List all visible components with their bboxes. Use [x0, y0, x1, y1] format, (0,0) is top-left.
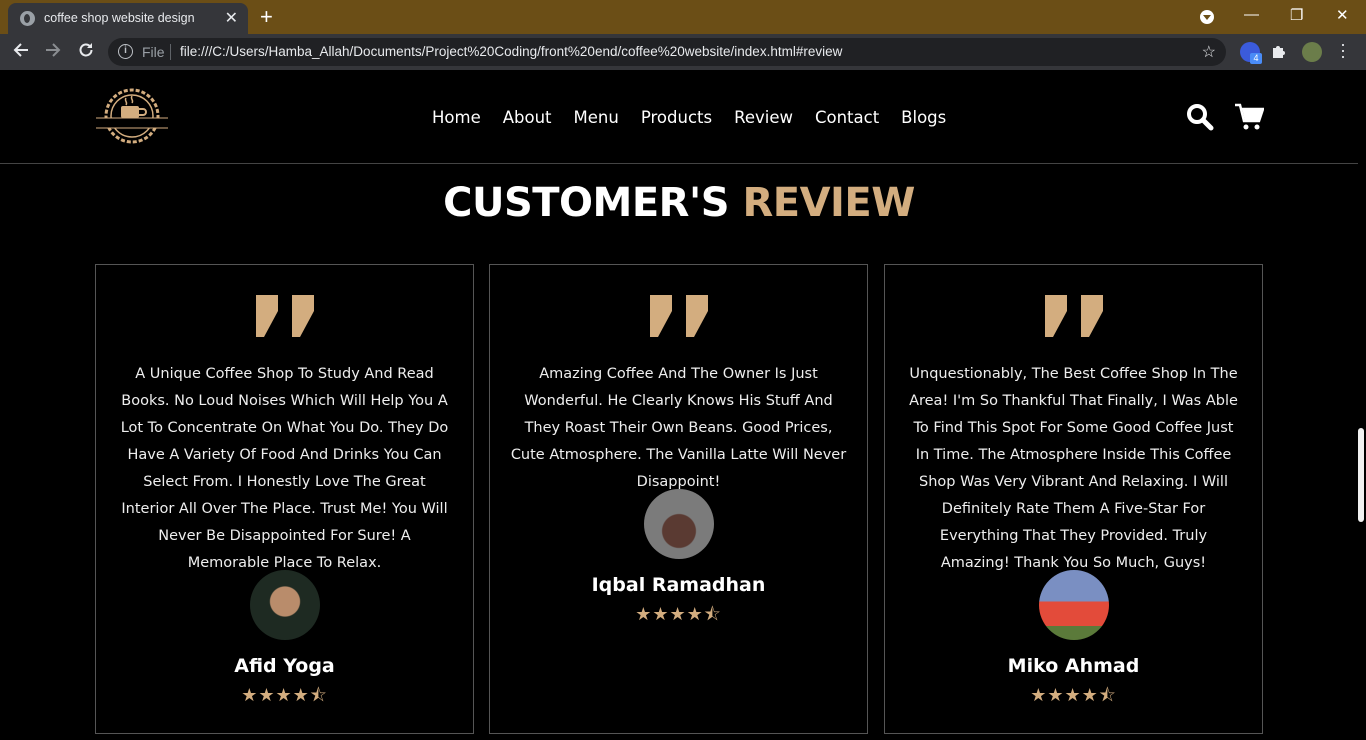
- rating-stars: ★★★★⯪: [885, 683, 1262, 713]
- cafena-logo[interactable]: [94, 84, 170, 148]
- review-text: A Unique Coffee Shop To Study And Read B…: [120, 366, 449, 571]
- browser-tab-strip: coffee shop website design ✕ + — ❐ ✕: [0, 0, 1366, 34]
- globe-icon: [20, 11, 35, 26]
- site-header: Home About Menu Products Review Contact …: [0, 70, 1358, 164]
- rating-stars: ★★★★⯪: [96, 683, 473, 713]
- menu-kebab-icon[interactable]: · · ·: [1340, 35, 1346, 65]
- browser-toolbar: i File file:///C:/Users/Hamba_Allah/Docu…: [0, 34, 1366, 70]
- bookmark-star-icon[interactable]: ☆: [1202, 42, 1216, 62]
- search-icon[interactable]: [1186, 103, 1214, 136]
- nav-review[interactable]: Review: [734, 108, 793, 127]
- review-card: Amazing Coffee And The Owner Is Just Won…: [489, 264, 868, 734]
- quote-icon: [1044, 295, 1103, 337]
- half-star-icon: ⯪: [703, 604, 722, 624]
- page: Home About Menu Products Review Contact …: [0, 70, 1366, 740]
- reviewer-name: Afid Yoga: [234, 655, 335, 677]
- browser-tab[interactable]: coffee shop website design ✕: [8, 3, 248, 34]
- reload-icon[interactable]: [77, 41, 95, 64]
- new-tab-button[interactable]: +: [260, 4, 273, 30]
- tab-title: coffee shop website design: [44, 11, 195, 25]
- close-window-button[interactable]: ✕: [1336, 6, 1349, 24]
- half-star-icon: ⯪: [309, 685, 328, 705]
- cart-icon[interactable]: [1234, 103, 1265, 136]
- review-text: Unquestionably, The Best Coffee Shop In …: [909, 366, 1238, 571]
- info-icon[interactable]: i: [118, 44, 133, 59]
- quote-icon: [255, 295, 314, 337]
- tab-search-icon[interactable]: [1200, 10, 1214, 24]
- nav-contact[interactable]: Contact: [815, 108, 879, 127]
- reviewer-name: Miko Ahmad: [1007, 655, 1140, 677]
- review-card: A Unique Coffee Shop To Study And Read B…: [95, 264, 474, 734]
- omnibox-divider: [170, 44, 171, 60]
- heading-main: CUSTOMER'S: [443, 180, 730, 226]
- avatar: [643, 489, 714, 559]
- back-arrow-icon[interactable]: [12, 41, 30, 64]
- rating-stars: ★★★★⯪: [490, 602, 867, 632]
- section-heading: CUSTOMER'S REVIEW: [0, 180, 1358, 226]
- heading-accent: REVIEW: [742, 180, 915, 226]
- avatar: [249, 570, 320, 640]
- address-bar[interactable]: i File file:///C:/Users/Hamba_Allah/Docu…: [108, 38, 1226, 66]
- nav-menu[interactable]: Menu: [574, 108, 619, 127]
- avatar: [1038, 570, 1109, 640]
- review-text: Amazing Coffee And The Owner Is Just Won…: [510, 366, 847, 490]
- main-nav: Home About Menu Products Review Contact …: [432, 108, 968, 127]
- nav-about[interactable]: About: [503, 108, 552, 127]
- close-tab-icon[interactable]: ✕: [225, 8, 238, 28]
- review-card: Unquestionably, The Best Coffee Shop In …: [884, 264, 1263, 734]
- nav-home[interactable]: Home: [432, 108, 481, 127]
- scheme-label: File: [142, 44, 165, 60]
- extension-badge: 4: [1250, 53, 1262, 64]
- nav-blogs[interactable]: Blogs: [901, 108, 946, 127]
- forward-arrow-icon[interactable]: [44, 41, 62, 64]
- nav-products[interactable]: Products: [641, 108, 712, 127]
- reviewer-name: Iqbal Ramadhan: [591, 574, 766, 596]
- minimize-button[interactable]: —: [1244, 6, 1259, 23]
- url-text[interactable]: file:///C:/Users/Hamba_Allah/Documents/P…: [180, 44, 842, 59]
- puzzle-extensions-icon[interactable]: [1270, 42, 1290, 62]
- page-scrollbar[interactable]: [1358, 428, 1364, 522]
- half-star-icon: ⯪: [1098, 685, 1117, 705]
- quote-icon: [649, 295, 708, 337]
- maximize-button[interactable]: ❐: [1290, 6, 1303, 24]
- profile-avatar[interactable]: [1302, 42, 1322, 62]
